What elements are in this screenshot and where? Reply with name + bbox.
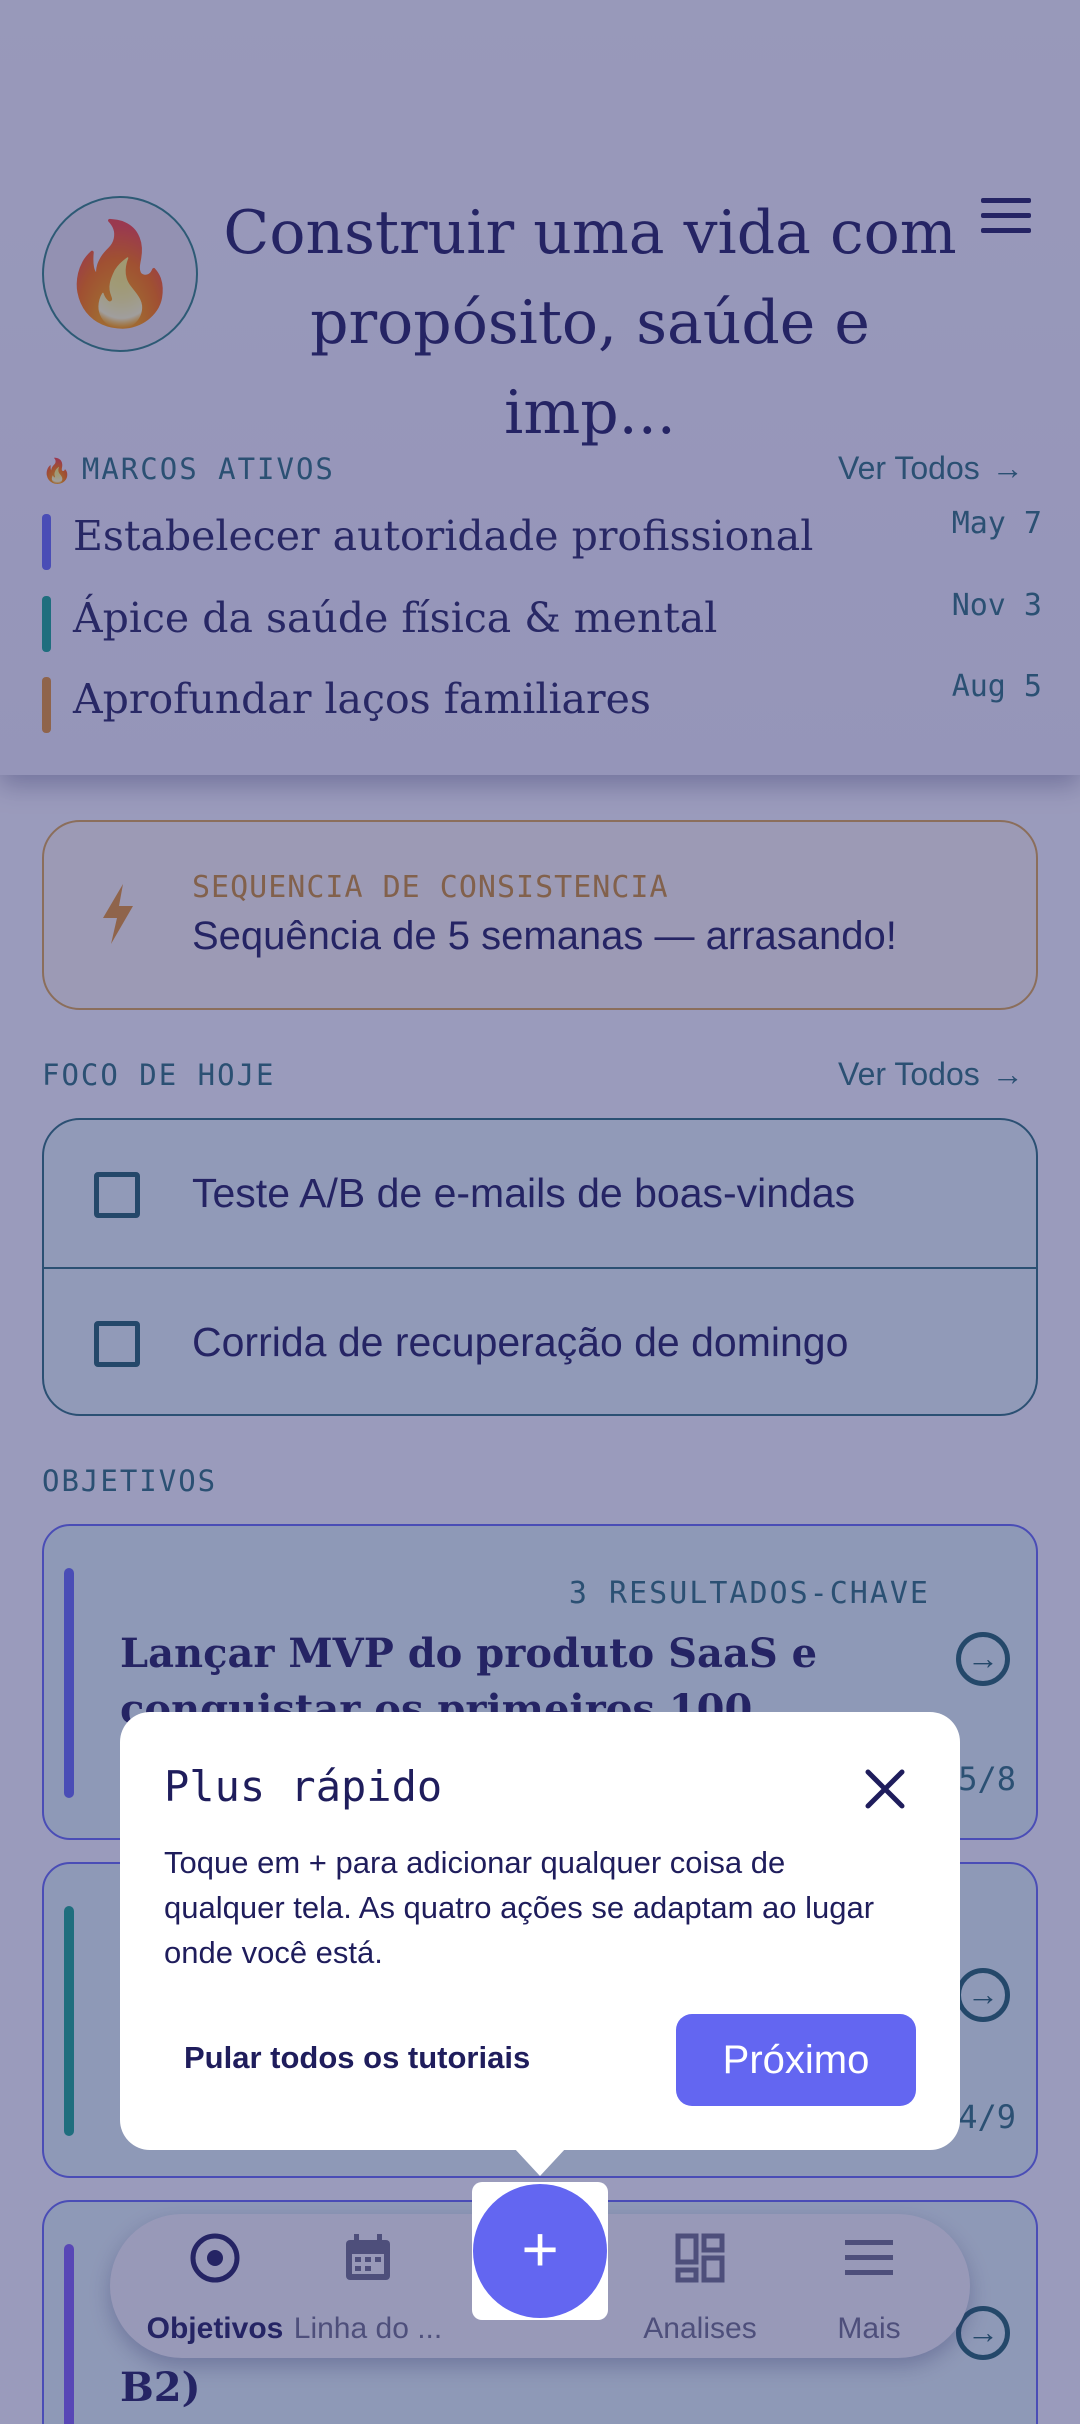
add-fab-button[interactable]: + — [472, 2182, 608, 2320]
next-button[interactable]: Próximo — [676, 2014, 916, 2106]
close-icon[interactable] — [858, 1762, 912, 1816]
tutorial-body: Toque em + para adicionar qualquer coisa… — [164, 1845, 875, 1970]
plus-icon: + — [473, 2184, 607, 2318]
tutorial-title: Plus rápido — [164, 1762, 443, 1811]
tutorial-popover: Plus rápido Toque em + para adicionar qu… — [120, 1712, 960, 2176]
skip-all-tutorials-button[interactable]: Pular todos os tutoriais — [184, 2040, 530, 2076]
